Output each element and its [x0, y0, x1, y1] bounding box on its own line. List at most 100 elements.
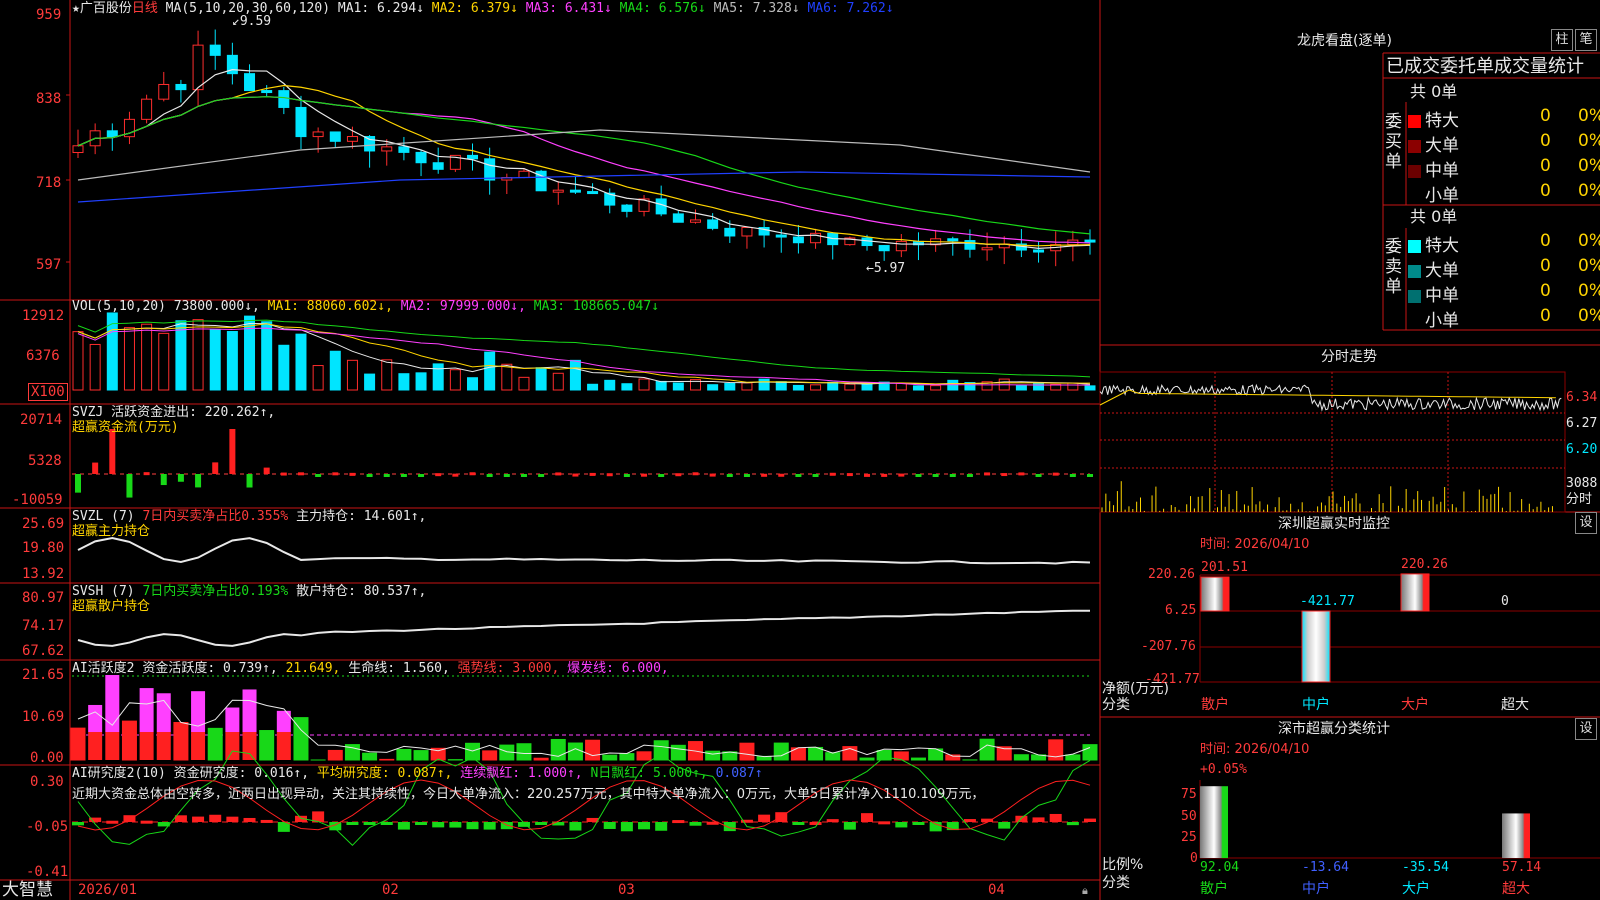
svzl-tick: 13.92 [22, 566, 65, 582]
vol-legend-item: MA2: 97999.000↓, [400, 299, 534, 314]
sz-ylabel: 净额(万元) [1102, 681, 1169, 697]
ma-line [77, 96, 1091, 244]
candle-body [398, 146, 410, 153]
ai2-legend-item: N日飘红: 5.000↑, [590, 766, 716, 781]
candle-body [552, 189, 564, 193]
research-bar [483, 822, 496, 830]
low-annotation: ←5.97 [866, 261, 906, 276]
color-swatch-icon [1408, 265, 1421, 278]
flow-bar [555, 472, 562, 476]
volume-bar [278, 344, 290, 391]
sh-tick: 25 [1181, 830, 1197, 845]
volume-bar [552, 372, 564, 391]
flow-bar [949, 474, 956, 477]
flow-bar [418, 474, 425, 477]
research-bar [192, 816, 205, 822]
candle-body [261, 90, 273, 94]
candle-body [655, 198, 667, 215]
volume-bar [1015, 384, 1027, 391]
stock-name[interactable]: ★广百股份 [72, 1, 132, 16]
period-label[interactable]: 日线 [132, 1, 158, 16]
volume-bar [226, 331, 238, 391]
svsh-tick: 74.17 [22, 618, 65, 634]
research-bar [1015, 815, 1028, 822]
activity-bar [139, 688, 154, 732]
intraday-tick: 6.34 [1566, 390, 1598, 405]
volume-bar [912, 385, 924, 391]
research-bar [363, 822, 376, 825]
flow-bar [829, 472, 836, 476]
volume-bar [72, 331, 84, 391]
flow-bar [623, 474, 630, 477]
ma-line [77, 96, 1091, 235]
ai1-legend: AI活跃度2 资金活跃度: 0.739↑, 21.649, 生命线: 1.560… [72, 661, 669, 677]
candle-body [209, 44, 221, 56]
flow-bar [726, 474, 733, 477]
ai1-legend-item: 21.649, [285, 661, 349, 676]
research-bar [449, 822, 462, 828]
brand-logo[interactable]: 大智慧 [2, 880, 53, 900]
activity-bar [859, 757, 875, 761]
tick-view-button[interactable]: 笔 [1575, 29, 1597, 51]
volume-bar [930, 385, 942, 391]
activity-bar [88, 732, 103, 760]
volume-bar [329, 350, 341, 391]
volume-bar [175, 320, 187, 391]
volume-bar [1033, 382, 1045, 391]
research-bar [929, 822, 942, 832]
date-label: 04 [988, 882, 1005, 898]
flow-bar [263, 467, 270, 474]
research-bar [432, 822, 445, 828]
ai2-tick: 0.30 [30, 774, 64, 790]
volume-bar [604, 379, 616, 391]
volume-bar [209, 328, 221, 391]
activity-bar [173, 722, 189, 761]
sz-settings-button[interactable]: 设 [1575, 512, 1597, 534]
candle-body [192, 44, 204, 91]
svzl-title: 超赢主力持仓 [72, 524, 151, 539]
sh-top-label: +0.05% [1200, 762, 1247, 777]
price-tick: 597 [36, 257, 62, 273]
lock-icon[interactable]: 🔒︎ [1082, 883, 1088, 899]
volume-bar [587, 383, 599, 391]
activity-bar [242, 732, 257, 760]
activity-bar [121, 720, 137, 761]
ai1-legend-item: 爆发线: 6.000, [567, 661, 669, 676]
ai1-tick: 10.69 [22, 709, 65, 725]
sh-tick: 0 [1190, 851, 1198, 866]
volume-bar [827, 381, 839, 391]
sz-category-label: 大户 [1401, 697, 1429, 713]
order-count: 0 [1540, 306, 1551, 326]
volume-bar [381, 359, 393, 391]
volume-bar [295, 333, 307, 391]
sh-tick: 50 [1181, 809, 1197, 824]
volume-bar [895, 383, 907, 391]
sh-time: 时间: 2026/04/10 [1200, 742, 1310, 757]
activity-bar [979, 738, 995, 761]
sh-settings-button[interactable]: 设 [1575, 718, 1597, 740]
activity-bar [910, 757, 926, 761]
order-size-label: 小单 [1425, 311, 1459, 331]
candle-body [106, 130, 118, 138]
research-bar [174, 815, 187, 822]
research-bar [243, 817, 256, 822]
volume-bar [123, 327, 135, 391]
ma-legend-item: MA3: 6.431↓ [525, 1, 620, 16]
research-bar [415, 822, 428, 826]
research-bar [912, 822, 925, 825]
date-label: 02 [382, 882, 399, 898]
volume-bar [810, 384, 822, 391]
svzl-legend-item: 7日内买卖净占比0.355% [142, 509, 297, 524]
volume-bar [192, 319, 204, 391]
volume-bar [655, 380, 667, 391]
flow-bar [143, 472, 150, 476]
vol-legend-item: VOL(5,10,20) [72, 299, 174, 314]
bar-view-button[interactable]: 柱 [1551, 29, 1573, 51]
color-swatch-icon [1408, 115, 1421, 128]
candle-body [415, 151, 427, 164]
research-bar [723, 822, 736, 832]
ai1-legend-item: 强势线: 3.000, [457, 661, 568, 676]
candle-body [278, 90, 290, 108]
candle-body [467, 154, 479, 160]
candle-body [878, 245, 890, 252]
